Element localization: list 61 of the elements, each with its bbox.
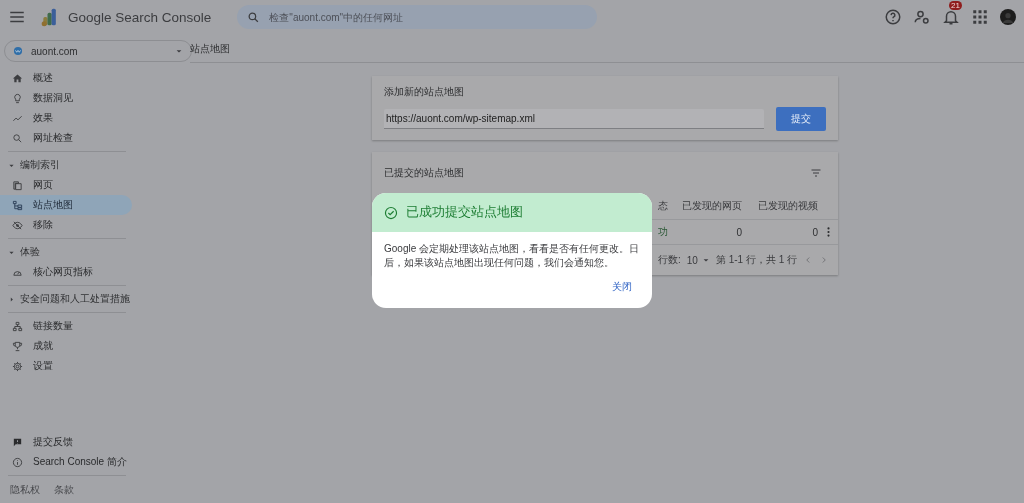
section-toggle[interactable]: 安全问题和人工处置措施 [0,289,200,309]
search-icon [247,10,261,24]
table-cell-text: 功 [658,225,669,239]
apps-icon[interactable] [971,8,989,26]
sidebar-item[interactable]: 提交反馈 [0,432,132,452]
lightbulb-icon [12,92,23,104]
url-field[interactable]: https://auont.com/wp-sitemap.xml [384,109,764,129]
page-title: 站点地图 [190,42,231,56]
site-icon [13,46,23,56]
home-icon [12,72,23,84]
sidebar-item[interactable]: 概述 [0,68,132,88]
table-cell-text: 0 [811,226,818,238]
sidebar-item[interactable]: 数据洞见 [0,88,132,108]
sidebar-item[interactable]: 移除 [0,215,132,235]
info-icon [12,456,23,468]
column-header: 态 [658,199,669,213]
user-settings-icon[interactable] [913,8,931,26]
legal-link[interactable]: 条款 [54,483,74,497]
sidebar-item[interactable]: 站点地图 [0,195,132,215]
sidebar-item[interactable]: 核心网页指标 [0,262,132,282]
sidebar-item[interactable]: 网页 [0,175,132,195]
column-header: 已发现的网页 [681,199,742,213]
app-name: Google Search Console [68,9,212,25]
pages-icon [12,179,23,191]
dialog-message: Google 会定期处理该站点地图，看看是否有任何更改。日后，如果该站点地图出现任何问题，我们会通知您。 [384,242,640,270]
column-header: 已发现的视频 [757,199,818,213]
search-field[interactable]: 检查"auont.com"中的任何网址 [237,5,598,29]
card-title: 添加新的站点地图 [384,85,465,99]
close-button[interactable]: 关闭 [608,278,636,296]
check-circle-icon [384,205,398,220]
card-title: 已提交的站点地图 [384,166,464,180]
network-icon [12,320,23,332]
eye-off-icon [12,219,23,231]
help-icon[interactable] [884,8,902,26]
sitemap-icon [12,199,23,211]
sidebar-item[interactable]: 效果 [0,108,132,128]
sidebar-item[interactable]: Search Console 简介 [0,452,132,472]
sidebar-item[interactable]: 网址检查 [0,128,132,148]
caret-icon [8,295,15,303]
rows-per-page-label: 行数: [658,253,681,267]
rows-per-page-select[interactable]: 10 [686,254,710,266]
page-range: 第 1-1 行，共 1 行 [715,253,798,267]
dropdown-icon [175,47,183,55]
search-icon [12,132,23,144]
trophy-icon [12,340,23,352]
settings-icon [12,360,23,372]
sidebar-item[interactable]: 成就 [0,336,132,356]
legal-link[interactable]: 隐私权 [10,483,40,497]
sidebar-item[interactable]: 链接数量 [0,316,132,336]
more-icon[interactable] [825,226,831,238]
avatar[interactable] [1000,9,1016,25]
dialog-title: 已成功提交站点地图 [406,204,523,221]
bell-icon[interactable] [942,8,960,26]
submit-button[interactable]: 提交 [776,107,826,131]
section-toggle[interactable]: 体验 [0,242,200,262]
section-toggle[interactable]: 编制索引 [0,155,200,175]
sidebar-item[interactable]: 设置 [0,356,132,376]
feedback-icon [12,436,23,448]
table-cell-text: 0 [735,226,742,238]
caret-icon [701,256,710,264]
notification-badge: 21 [949,1,962,10]
